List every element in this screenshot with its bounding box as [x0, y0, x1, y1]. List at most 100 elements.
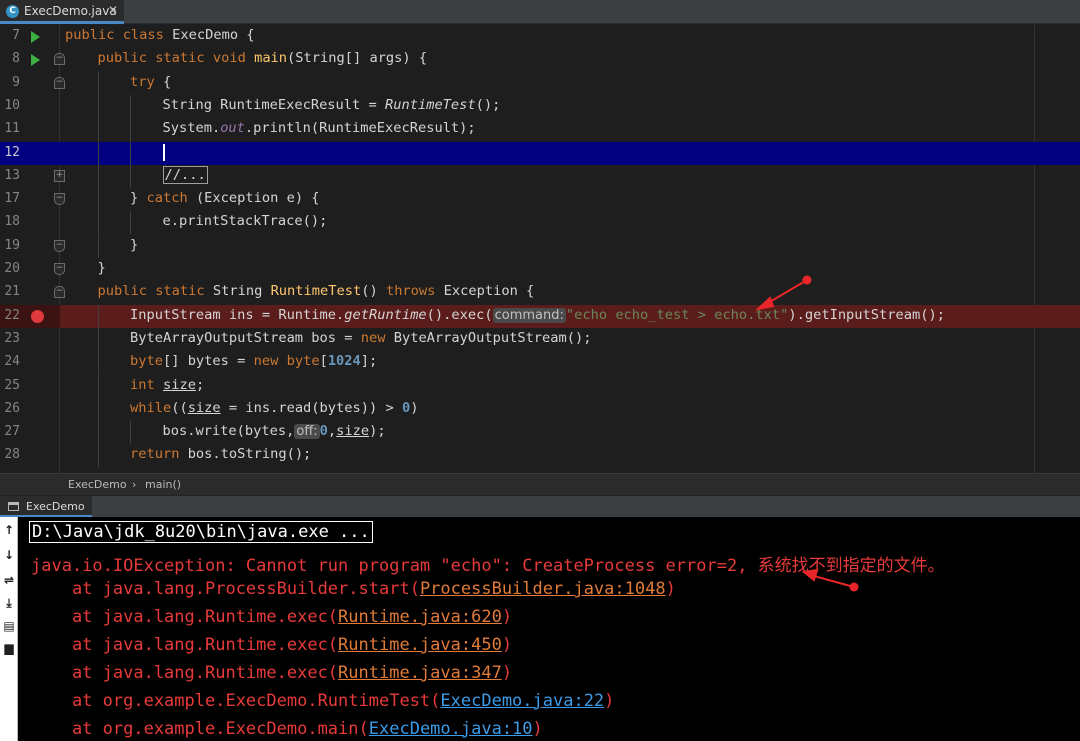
indent-guide — [98, 94, 99, 118]
indent-guide — [98, 234, 99, 258]
code-text: } — [97, 260, 106, 276]
indent-guide — [98, 397, 99, 421]
close-icon[interactable]: ✕ — [108, 3, 118, 17]
line-number[interactable]: 10 — [0, 98, 20, 113]
source-link[interactable]: Runtime.java:620 — [338, 607, 502, 627]
print-icon[interactable]: ▤ — [2, 619, 16, 633]
line-number[interactable]: 27 — [0, 424, 20, 439]
code-line[interactable]: 26 while((size = ins.read(bytes)) > 0) — [0, 397, 1080, 421]
code-line[interactable]: 12 — [0, 141, 1080, 165]
code-line[interactable]: 20 −} — [0, 258, 1080, 281]
editor-tab-bar: C ExecDemo.java ✕ — [0, 0, 1080, 24]
scroll-to-end-icon[interactable]: ⤓ — [2, 596, 16, 610]
indent-guide — [98, 444, 99, 468]
breadcrumb-class[interactable]: ExecDemo — [68, 478, 127, 491]
run-console[interactable]: ↑ ↓ ⇌ ⤓ ▤ ▆ D:\Java\jdk_8u20\bin\java.ex… — [0, 517, 1080, 741]
line-number[interactable]: 28 — [0, 447, 20, 462]
code-line[interactable]: 21 − public static String RuntimeTest() th… — [0, 281, 1080, 304]
source-link[interactable]: ExecDemo.java:10 — [369, 719, 533, 739]
indent-guide — [98, 351, 99, 375]
indent-guide — [98, 211, 99, 235]
indent-guide — [98, 118, 99, 142]
run-tab-execdemo[interactable]: ExecDemo — [0, 496, 92, 518]
indent-guide — [98, 421, 99, 445]
code-line[interactable]: 25 int size; — [0, 374, 1080, 398]
line-number[interactable]: 12 — [0, 145, 20, 160]
up-arrow-icon[interactable]: ↑ — [2, 523, 16, 537]
code-text: e.printStackTrace(); — [162, 213, 328, 230]
code-line[interactable]: 23 ByteArrayOutputStream bos = new ByteAr… — [0, 327, 1080, 351]
run-gutter-icon[interactable] — [31, 54, 40, 67]
code-line[interactable]: 10 String RuntimeExecResult = RuntimeTest… — [0, 94, 1080, 118]
source-link[interactable]: ExecDemo.java:22 — [440, 691, 604, 711]
line-number[interactable]: 11 — [0, 121, 20, 136]
soft-wrap-icon[interactable]: ⇌ — [2, 573, 16, 587]
source-link[interactable]: ProcessBuilder.java:1048 — [420, 579, 666, 599]
line-number[interactable]: 26 — [0, 401, 20, 416]
down-arrow-icon[interactable]: ↓ — [2, 548, 16, 562]
breadcrumb: ExecDemo › main() — [0, 473, 1080, 495]
run-tab-label: ExecDemo — [26, 500, 85, 513]
collapse-fold-icon[interactable]: − — [54, 76, 65, 89]
breakpoint-icon[interactable] — [31, 309, 44, 323]
collapse-fold-icon[interactable]: − — [54, 263, 65, 275]
code-text: while((size = ins.read(bytes)) > 0) — [130, 399, 419, 416]
source-link[interactable]: Runtime.java:450 — [338, 635, 502, 655]
code-line[interactable]: 9 − try { — [0, 71, 1080, 95]
expand-fold-icon[interactable]: + — [54, 169, 65, 182]
console-exception-line: java.io.IOException: Cannot run program … — [31, 556, 945, 576]
line-number[interactable]: 20 — [0, 261, 20, 276]
code-text: //... — [162, 165, 208, 184]
source-link[interactable]: Runtime.java:347 — [338, 663, 502, 683]
code-line[interactable]: 22 InputStream ins = Runtime.getRuntime()… — [0, 304, 1080, 328]
code-line[interactable]: 28 return bos.toString(); — [0, 444, 1080, 468]
code-line[interactable]: 18 e.printStackTrace(); — [0, 211, 1080, 235]
line-number[interactable]: 13 — [0, 168, 20, 183]
collapse-fold-icon[interactable]: − — [54, 286, 65, 299]
code-text: bos.write(bytes, off: 0,size); — [162, 423, 386, 440]
collapse-fold-icon[interactable]: − — [54, 193, 65, 206]
code-line[interactable]: 11 System.out.println(RuntimeExecResult); — [0, 118, 1080, 142]
stack-frame-line: at java.lang.Runtime.exec(Runtime.java:6… — [31, 606, 513, 627]
line-number[interactable]: 19 — [0, 238, 20, 253]
run-tool-window-bar: ExecDemo — [0, 495, 1080, 518]
line-number[interactable]: 24 — [0, 354, 20, 369]
c-class-icon: C — [6, 5, 19, 18]
collapse-fold-icon[interactable]: − — [54, 53, 65, 66]
breadcrumb-separator: › — [132, 478, 137, 491]
indent-guide — [130, 164, 131, 188]
code-line[interactable]: 8 − public static void main(String[] args)… — [0, 48, 1080, 71]
run-gutter-icon[interactable] — [31, 31, 40, 43]
indent-guide — [130, 94, 131, 118]
parameter-hint: command: — [492, 307, 566, 323]
tab-execdemo-java[interactable]: C ExecDemo.java ✕ — [0, 0, 124, 24]
line-number[interactable]: 18 — [0, 214, 20, 229]
line-number[interactable]: 9 — [0, 75, 20, 90]
code-line[interactable]: 24 byte[] bytes = new byte[1024]; — [0, 351, 1080, 375]
code-text: try { — [130, 73, 172, 90]
stack-frame-line: at java.lang.Runtime.exec(Runtime.java:4… — [31, 634, 513, 655]
code-line[interactable]: 27 bos.write(bytes, off: 0,size); — [0, 421, 1080, 445]
line-number[interactable]: 7 — [0, 28, 20, 43]
code-text: } — [130, 236, 139, 253]
line-number[interactable]: 23 — [0, 331, 20, 346]
line-number[interactable]: 17 — [0, 191, 20, 206]
indent-guide — [130, 421, 131, 445]
code-line[interactable]: 19 −} — [0, 234, 1080, 258]
code-text: ByteArrayOutputStream bos = new ByteArra… — [130, 329, 592, 346]
code-line[interactable]: 13 + //... — [0, 164, 1080, 188]
code-line[interactable]: 17 −} catch (Exception e) { — [0, 188, 1080, 212]
code-text: public static void main(String[] args) { — [97, 50, 428, 67]
tab-label: ExecDemo.java — [24, 4, 117, 18]
stack-frame-line: at org.example.ExecDemo.RuntimeTest(Exec… — [31, 690, 615, 711]
code-editor[interactable]: 7 public class ExecDemo { 8 − public static … — [0, 25, 1080, 473]
line-number[interactable]: 21 — [0, 284, 20, 299]
code-line[interactable]: 7 public class ExecDemo { — [0, 25, 1080, 48]
line-number[interactable]: 25 — [0, 378, 20, 393]
indent-guide — [130, 141, 131, 165]
line-number[interactable]: 22 — [0, 308, 20, 323]
line-number[interactable]: 8 — [0, 51, 20, 66]
collapse-fold-icon[interactable]: − — [54, 239, 65, 252]
breadcrumb-method[interactable]: main() — [145, 478, 181, 491]
trash-icon[interactable]: ▆ — [2, 641, 16, 655]
